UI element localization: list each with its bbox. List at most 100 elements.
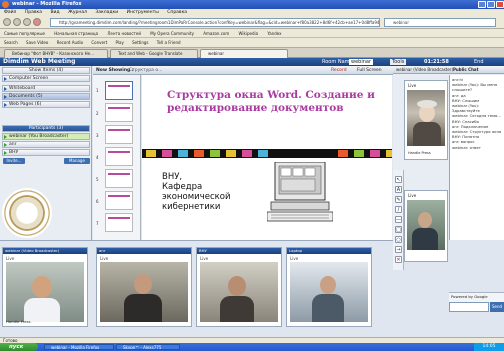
reload-button[interactable] bbox=[23, 18, 31, 26]
participants-header[interactable]: Participants (3) bbox=[2, 125, 90, 132]
select-tool-icon[interactable]: ↖ bbox=[395, 176, 402, 183]
web-pages-item[interactable]: Web Pages (6) bbox=[2, 101, 90, 108]
participant-row[interactable]: anr bbox=[2, 141, 90, 148]
tab-google-translate[interactable]: Text and Web - Google Translate bbox=[110, 49, 198, 58]
text-tool-icon[interactable]: A bbox=[395, 186, 402, 193]
window-titlebar: webinar - Mozilla Firefox bbox=[0, 0, 504, 9]
participant-video-right[interactable]: Live bbox=[404, 190, 448, 262]
video-panel[interactable]: Laptop Live bbox=[286, 247, 372, 327]
bookmark-item[interactable]: Лента новостей bbox=[107, 31, 141, 36]
bookmark-item[interactable]: My Opera Community bbox=[150, 31, 194, 36]
computer-screen-label: Computer Screen bbox=[9, 76, 49, 81]
computer-screen-item[interactable]: Computer Screen bbox=[2, 75, 90, 82]
bookmark-item[interactable]: Amazon.com bbox=[203, 31, 229, 36]
broadcaster-video[interactable]: Live Handle Press bbox=[404, 80, 448, 160]
tools-menu[interactable]: Tools bbox=[390, 59, 407, 65]
now-showing-label: Now Showing : bbox=[96, 68, 134, 73]
slide-line: кибернетики bbox=[162, 202, 221, 212]
tab-webinar[interactable]: webinar bbox=[200, 49, 288, 58]
slide-thumbnail[interactable] bbox=[105, 125, 133, 144]
manage-button[interactable]: Manage bbox=[64, 158, 90, 164]
slide-canvas[interactable]: Структура окна Word. Создание и редактир… bbox=[142, 75, 392, 240]
addon-toolbar: Search Save Video Record Audio Convert P… bbox=[0, 38, 504, 48]
thumb-number: 4 bbox=[96, 155, 99, 160]
participant-video-frame bbox=[407, 200, 445, 250]
minimize-button[interactable] bbox=[478, 1, 486, 8]
slide-thumbnail[interactable] bbox=[105, 191, 133, 210]
menu-history[interactable]: Журнал bbox=[68, 10, 87, 15]
slide-thumbnail[interactable] bbox=[105, 81, 133, 100]
chat-message: webinar (You): Здравствуйте bbox=[452, 103, 480, 114]
toolbar-convert-button[interactable]: Convert bbox=[91, 40, 107, 45]
invite-button[interactable]: Invite... bbox=[3, 158, 25, 164]
forward-button[interactable] bbox=[13, 18, 21, 26]
tab-webinar-vnu[interactable]: Вебинар "Фот ВНУВ" - Казанского Не... bbox=[4, 49, 108, 58]
show-items-header[interactable]: Show Items (4) bbox=[2, 67, 90, 74]
slide-thumbnail[interactable] bbox=[105, 147, 133, 166]
participant-row[interactable]: ВНУ bbox=[2, 149, 90, 156]
ellipse-tool-icon[interactable]: ○ bbox=[395, 236, 402, 243]
video-title: Laptop bbox=[287, 248, 371, 254]
handle-press-label: Handle Press bbox=[6, 319, 31, 324]
start-button[interactable]: пуск bbox=[0, 343, 38, 351]
highlighter-tool-icon[interactable]: / bbox=[395, 206, 402, 213]
full-screen-button[interactable]: Full Screen bbox=[357, 66, 382, 75]
university-seal-logo bbox=[2, 188, 52, 238]
video-panel[interactable]: anr Live bbox=[96, 247, 192, 327]
menu-edit[interactable]: Правка bbox=[25, 10, 42, 15]
menu-file[interactable]: Файл bbox=[4, 10, 16, 15]
close-window-button[interactable] bbox=[496, 1, 504, 8]
video-title: anr bbox=[97, 248, 191, 254]
slide-thumbnail[interactable] bbox=[105, 103, 133, 122]
back-button[interactable] bbox=[3, 18, 11, 26]
send-button[interactable]: Send bbox=[490, 302, 504, 312]
slide-thumbnail[interactable] bbox=[105, 169, 133, 188]
search-input[interactable]: webinar bbox=[384, 18, 496, 27]
live-label: Live bbox=[100, 256, 109, 261]
menu-tools[interactable]: Инструменты bbox=[127, 10, 159, 15]
app-header: Dimdim Web Meeting Room Name : webinar T… bbox=[0, 58, 504, 73]
bookmark-item[interactable]: Начальная страница bbox=[54, 31, 98, 36]
video-panel[interactable]: webinar (Video Broadcaster) Live Handle … bbox=[2, 247, 88, 327]
bookmark-item[interactable]: Wikipedia bbox=[239, 31, 259, 36]
participant-row[interactable]: webinar (You Broadcaster) bbox=[2, 133, 90, 140]
computer-illustration bbox=[267, 162, 333, 222]
live-label: Live bbox=[200, 256, 209, 261]
toolbar-tell-friend-button[interactable]: Tell a Friend bbox=[157, 40, 181, 45]
video-panel[interactable]: ВНУ Live bbox=[196, 247, 282, 327]
menu-view[interactable]: Вид bbox=[50, 10, 59, 15]
whiteboard-item[interactable]: Whiteboard bbox=[2, 85, 90, 92]
taskbar-item-skype[interactable]: Skype™ - Alexs775 bbox=[116, 344, 180, 350]
taskbar-item-firefox[interactable]: webinar - Mozilla Firefox bbox=[44, 344, 114, 350]
video-title: webinar (Video Broadcaster) bbox=[3, 248, 87, 254]
whiteboard-label: Whiteboard bbox=[9, 86, 36, 91]
lecturer-video-frame bbox=[407, 90, 445, 146]
bookmarks-bar: Самые популярные Начальная страница Лент… bbox=[0, 29, 504, 38]
chat-message: webinar: Сегодня тема... bbox=[452, 113, 501, 119]
record-button[interactable]: Record bbox=[331, 66, 347, 75]
menu-bookmarks[interactable]: Закладки bbox=[95, 10, 118, 15]
toolbar-play-button[interactable]: Play bbox=[115, 40, 123, 45]
maximize-button[interactable] bbox=[487, 1, 495, 8]
video-frame bbox=[200, 262, 278, 322]
document-name[interactable]: Структура о... bbox=[129, 66, 162, 75]
toolbar-save-video-button[interactable]: Save Video bbox=[26, 40, 48, 45]
arrow-tool-icon[interactable]: → bbox=[395, 246, 402, 253]
slide-thumbnail[interactable] bbox=[105, 213, 133, 232]
toolbar-search-button[interactable]: Search bbox=[4, 40, 18, 45]
rectangle-tool-icon[interactable]: □ bbox=[395, 226, 402, 233]
broadcaster-label: webinar (Video Broadcaster) bbox=[396, 67, 454, 72]
toolbar-settings-button[interactable]: Settings bbox=[132, 40, 148, 45]
bookmark-item[interactable]: Yandex bbox=[267, 31, 281, 36]
stop-button[interactable] bbox=[33, 18, 41, 26]
bookmark-item[interactable]: Самые популярные bbox=[4, 31, 45, 36]
room-name: webinar bbox=[349, 59, 374, 65]
url-input[interactable]: http://gvameeting.dimdim.com/landing/?me… bbox=[50, 18, 380, 27]
chat-input[interactable] bbox=[449, 302, 489, 312]
toolbar-record-audio-button[interactable]: Record Audio bbox=[57, 40, 83, 45]
clear-tool-icon[interactable]: ✕ bbox=[395, 256, 402, 263]
menu-help[interactable]: Справка bbox=[167, 10, 187, 15]
documents-item[interactable]: Documents (5) bbox=[2, 93, 90, 100]
line-tool-icon[interactable]: — bbox=[395, 216, 402, 223]
pen-tool-icon[interactable]: ✎ bbox=[395, 196, 402, 203]
